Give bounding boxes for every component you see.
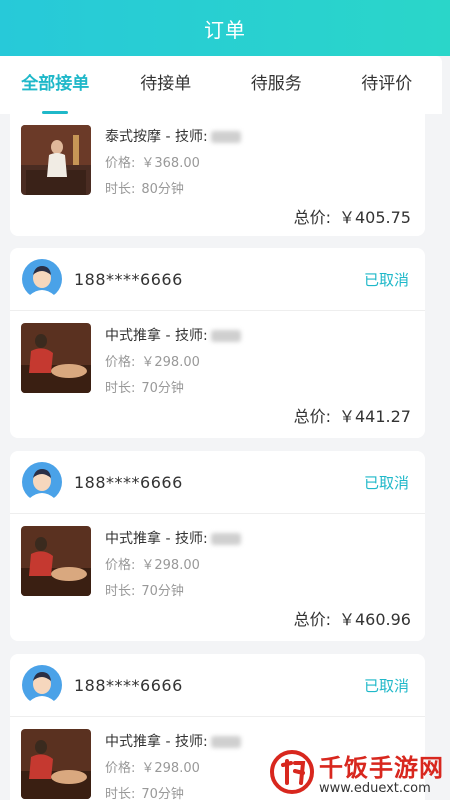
customer-phone: 188****6666 xyxy=(74,269,183,289)
order-service: 中式推拿 - 技师: 价格: ￥298.00 时长: 70分钟 总价: ￥441.27 xyxy=(10,311,425,435)
price-row: 价格: ￥368.00 xyxy=(105,156,200,171)
order-card-header: 188****6666 已取消 xyxy=(10,248,425,311)
service-title: 中式推拿 - 技师: xyxy=(105,528,241,548)
order-card[interactable]: 泰式按摩 - 技师: 价格: ￥368.00 时长: 80分钟 总价: ￥405.75 xyxy=(10,114,425,236)
order-card[interactable]: 188****6666 已取消 中式推拿 - 技师: 价格: ￥298.00 时长… xyxy=(10,248,425,438)
customer-phone: 188****6666 xyxy=(74,472,183,492)
order-total: 总价: ￥405.75 xyxy=(293,208,411,227)
service-title: 中式推拿 - 技师: xyxy=(105,731,241,751)
order-total: 总价: ￥441.27 xyxy=(293,407,411,426)
avatar xyxy=(22,259,62,299)
technician-name-blurred xyxy=(210,131,241,143)
service-image xyxy=(21,323,91,393)
tab-all-orders[interactable]: 全部接单 xyxy=(0,56,111,114)
tab-pending-service[interactable]: 待服务 xyxy=(221,56,332,114)
service-image xyxy=(21,729,91,799)
order-card[interactable]: 188****6666 已取消 中式推拿 - 技师: 价格: ￥298.00 时长… xyxy=(10,451,425,641)
price-row: 价格: ￥298.00 xyxy=(105,761,200,776)
duration-row: 时长: 70分钟 xyxy=(105,584,184,599)
price-row: 价格: ￥298.00 xyxy=(105,355,200,370)
price-row: 价格: ￥298.00 xyxy=(105,558,200,573)
service-image xyxy=(21,526,91,596)
status-badge: 已取消 xyxy=(363,473,409,492)
order-total: 总价: ￥460.96 xyxy=(293,610,411,629)
watermark-text: 千饭手游网 xyxy=(319,754,444,782)
app-header: 订单 xyxy=(0,0,450,56)
order-card-header: 188****6666 已取消 xyxy=(10,654,425,717)
page-title: 订单 xyxy=(204,17,246,42)
technician-name-blurred xyxy=(210,330,241,342)
duration-row: 时长: 70分钟 xyxy=(105,787,184,800)
technician-name-blurred xyxy=(210,533,241,545)
duration-row: 时长: 80分钟 xyxy=(105,182,184,197)
watermark-url: www.eduext.com xyxy=(319,781,431,796)
service-image xyxy=(21,125,91,195)
order-card-header: 188****6666 已取消 xyxy=(10,451,425,514)
status-badge: 已取消 xyxy=(363,676,409,695)
service-title: 中式推拿 - 技师: xyxy=(105,325,241,345)
order-tabs: 全部接单 待接单 待服务 待评价 xyxy=(0,56,442,114)
order-service: 中式推拿 - 技师: 价格: ￥298.00 时长: 70分钟 总价: ￥460.96 xyxy=(10,514,425,638)
tab-pending-accept[interactable]: 待接单 xyxy=(111,56,222,114)
service-title: 泰式按摩 - 技师: xyxy=(105,126,241,146)
avatar xyxy=(22,665,62,705)
avatar xyxy=(22,462,62,502)
watermark-logo-icon xyxy=(270,750,314,794)
order-service: 泰式按摩 - 技师: 价格: ￥368.00 时长: 80分钟 总价: ￥405.75 xyxy=(10,114,425,236)
duration-row: 时长: 70分钟 xyxy=(105,381,184,396)
customer-phone: 188****6666 xyxy=(74,675,183,695)
watermark: 千饭手游网 www.eduext.com xyxy=(269,748,444,796)
technician-name-blurred xyxy=(210,736,241,748)
status-badge: 已取消 xyxy=(363,270,409,289)
tab-pending-review[interactable]: 待评价 xyxy=(332,56,443,114)
